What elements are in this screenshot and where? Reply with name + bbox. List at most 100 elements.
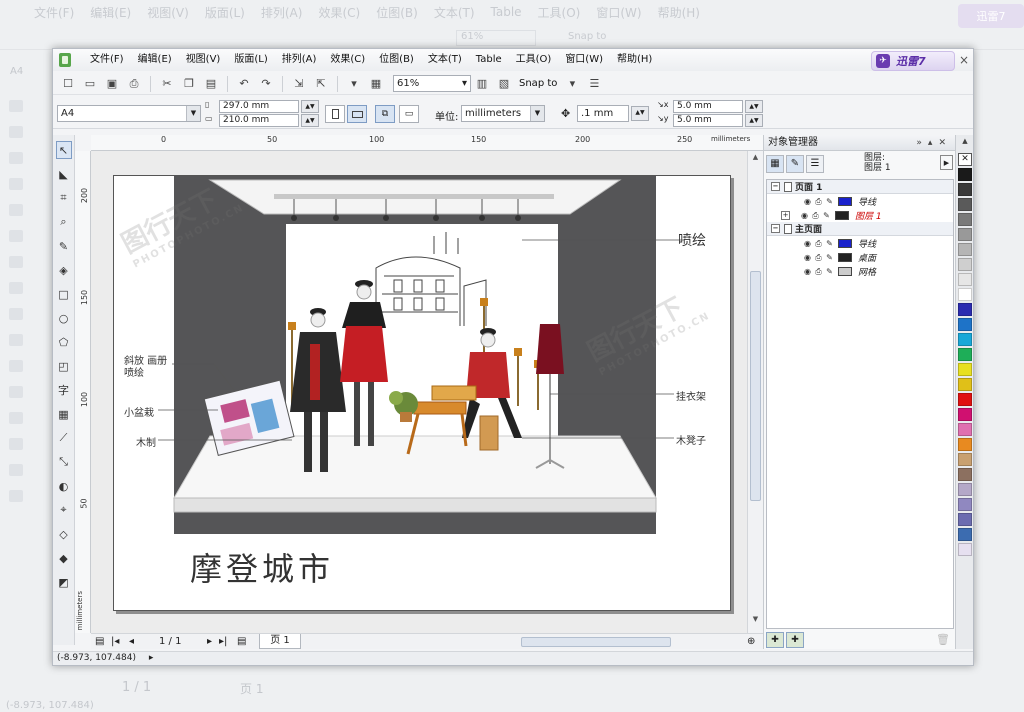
- menu-arrange[interactable]: 排列(A): [275, 49, 324, 71]
- menu-text[interactable]: 文本(T): [421, 49, 469, 71]
- layer-visibility-icons[interactable]: ◉ ⎙ ✎: [803, 239, 834, 248]
- palette-swatch[interactable]: [958, 513, 972, 526]
- palette-swatch[interactable]: [958, 183, 972, 196]
- next-page-icon[interactable]: ▸: [207, 636, 212, 647]
- add-page-icon[interactable]: ▤: [95, 636, 104, 647]
- duplicate-y-spinner[interactable]: ▲▼: [745, 114, 763, 127]
- import-icon[interactable]: ⇲: [290, 75, 308, 93]
- tree-layer-guides[interactable]: ◉ ⎙ ✎ 导线: [767, 194, 953, 208]
- current-page-button[interactable]: ▭: [399, 105, 419, 123]
- menu-help[interactable]: 帮助(H): [610, 49, 659, 71]
- zoom-navigator-icon[interactable]: ⊕: [747, 636, 755, 647]
- paste-icon[interactable]: ▤: [202, 75, 220, 93]
- palette-swatch[interactable]: [958, 378, 972, 391]
- collapse-icon[interactable]: −: [771, 182, 780, 191]
- palette-swatch[interactable]: [958, 333, 972, 346]
- height-spinner[interactable]: ▲▼: [301, 114, 319, 127]
- palette-swatch[interactable]: [958, 213, 972, 226]
- application-launcher-icon[interactable]: ▾: [345, 75, 363, 93]
- palette-swatch[interactable]: [958, 483, 972, 496]
- outline-tool-icon[interactable]: ◇: [56, 525, 72, 543]
- page-tab[interactable]: 页 1: [259, 634, 301, 649]
- expand-icon[interactable]: +: [781, 210, 790, 220]
- palette-swatch[interactable]: [958, 393, 972, 406]
- expand-arrow-icon[interactable]: ▸: [149, 653, 154, 663]
- nudge-spinner[interactable]: ▲▼: [631, 106, 649, 121]
- all-pages-button[interactable]: ⧉: [375, 105, 395, 123]
- new-document-icon[interactable]: ☐: [59, 75, 77, 93]
- tree-layer-grid[interactable]: ◉ ⎙ ✎ 网格: [767, 264, 953, 278]
- scroll-up-icon[interactable]: ▲: [750, 153, 761, 165]
- horizontal-scroll-thumb[interactable]: [521, 637, 671, 647]
- pick-tool-icon[interactable]: ↖: [55, 141, 72, 159]
- layer-visibility-icons[interactable]: ◉ ⎙ ✎: [803, 197, 834, 206]
- scroll-down-icon[interactable]: ▼: [750, 615, 761, 627]
- first-page-icon[interactable]: |◂: [111, 636, 119, 647]
- palette-swatch[interactable]: [958, 423, 972, 436]
- width-spinner[interactable]: ▲▼: [301, 100, 319, 113]
- palette-swatch[interactable]: [958, 453, 972, 466]
- zoom-level-select[interactable]: 61% ▾: [393, 75, 471, 92]
- layer-visibility-icons[interactable]: ◉ ⎙ ✎: [803, 253, 834, 262]
- duplicate-x-field[interactable]: 5.0 mm: [673, 100, 743, 113]
- prev-page-icon[interactable]: ◂: [129, 636, 134, 647]
- fill-tool-icon[interactable]: ◆: [56, 549, 72, 567]
- no-color-swatch[interactable]: ✕: [958, 153, 972, 166]
- cut-icon[interactable]: ✂: [158, 75, 176, 93]
- crop-tool-icon[interactable]: ⌗: [56, 189, 72, 207]
- tree-layer-desktop[interactable]: ◉ ⎙ ✎ 桌面: [767, 250, 953, 264]
- vertical-ruler[interactable]: 200 150 100 50 millimeters: [75, 151, 91, 633]
- zoom-tool-icon[interactable]: ⌕: [56, 213, 72, 231]
- undo-icon[interactable]: ↶: [235, 75, 253, 93]
- wireframe-icon[interactable]: ▧: [495, 75, 513, 93]
- add-page-after-icon[interactable]: ▤: [237, 636, 246, 647]
- menu-edit[interactable]: 编辑(E): [131, 49, 179, 71]
- palette-swatch[interactable]: [958, 258, 972, 271]
- vertical-scroll-thumb[interactable]: [750, 271, 761, 501]
- interactive-fill-icon[interactable]: ◩: [56, 573, 72, 591]
- blend-tool-icon[interactable]: ◐: [56, 477, 72, 495]
- palette-swatch[interactable]: [958, 168, 972, 181]
- redo-icon[interactable]: ↷: [257, 75, 275, 93]
- palette-swatch[interactable]: [958, 543, 972, 556]
- docker-controls[interactable]: »▴✕: [916, 135, 952, 151]
- shape-tool-icon[interactable]: ◣: [56, 165, 72, 183]
- layer-visibility-icons[interactable]: ◉ ⎙ ✎: [800, 211, 831, 220]
- edit-across-layers-icon[interactable]: ✎: [786, 155, 804, 173]
- options-icon[interactable]: ☰: [585, 75, 603, 93]
- last-page-icon[interactable]: ▸|: [219, 636, 227, 647]
- tree-master-page[interactable]: − 主页面: [767, 222, 953, 236]
- page-height-field[interactable]: 210.0 mm: [219, 114, 299, 127]
- export-icon[interactable]: ⇱: [312, 75, 330, 93]
- save-icon[interactable]: ▣: [103, 75, 121, 93]
- close-button[interactable]: ×: [957, 52, 971, 68]
- rectangle-tool-icon[interactable]: □: [56, 285, 72, 303]
- palette-swatch[interactable]: [958, 348, 972, 361]
- palette-swatch[interactable]: [958, 303, 972, 316]
- vertical-scrollbar[interactable]: ▲ ▼: [747, 151, 763, 633]
- snap-to-menu[interactable]: Snap to: [515, 78, 561, 89]
- page-width-field[interactable]: 297.0 mm: [219, 100, 299, 113]
- drawing-canvas[interactable]: 喷绘 斜放 画册 喷绘 小盆栽 木制 挂衣架 木凳子 摩登城市 图行天下 PHO…: [91, 151, 763, 633]
- palette-swatch[interactable]: [958, 498, 972, 511]
- palette-swatch[interactable]: [958, 438, 972, 451]
- menu-file[interactable]: 文件(F): [83, 49, 131, 71]
- menu-bitmaps[interactable]: 位图(B): [372, 49, 421, 71]
- copy-icon[interactable]: ❐: [180, 75, 198, 93]
- menu-table[interactable]: Table: [469, 49, 509, 71]
- collapse-icon[interactable]: −: [771, 224, 780, 233]
- menu-layout[interactable]: 版面(L): [227, 49, 274, 71]
- tree-layer-master-guides[interactable]: ◉ ⎙ ✎ 导线: [767, 236, 953, 250]
- connector-tool-icon[interactable]: ⤡: [56, 453, 72, 471]
- polygon-tool-icon[interactable]: ⬠: [56, 333, 72, 351]
- page-size-select[interactable]: A4 ▼: [57, 105, 201, 122]
- palette-swatch[interactable]: [958, 273, 972, 286]
- smart-fill-icon[interactable]: ◈: [56, 261, 72, 279]
- tree-page-1[interactable]: − 页面 1: [767, 180, 953, 194]
- menu-effects[interactable]: 效果(C): [323, 49, 372, 71]
- palette-swatch[interactable]: [958, 228, 972, 241]
- welcome-screen-icon[interactable]: ▦: [367, 75, 385, 93]
- ellipse-tool-icon[interactable]: ○: [56, 309, 72, 327]
- tree-layer-1[interactable]: + ◉ ⎙ ✎ 图层 1: [767, 208, 953, 222]
- thunder-brand-badge[interactable]: ✈ 迅雷7: [871, 51, 955, 71]
